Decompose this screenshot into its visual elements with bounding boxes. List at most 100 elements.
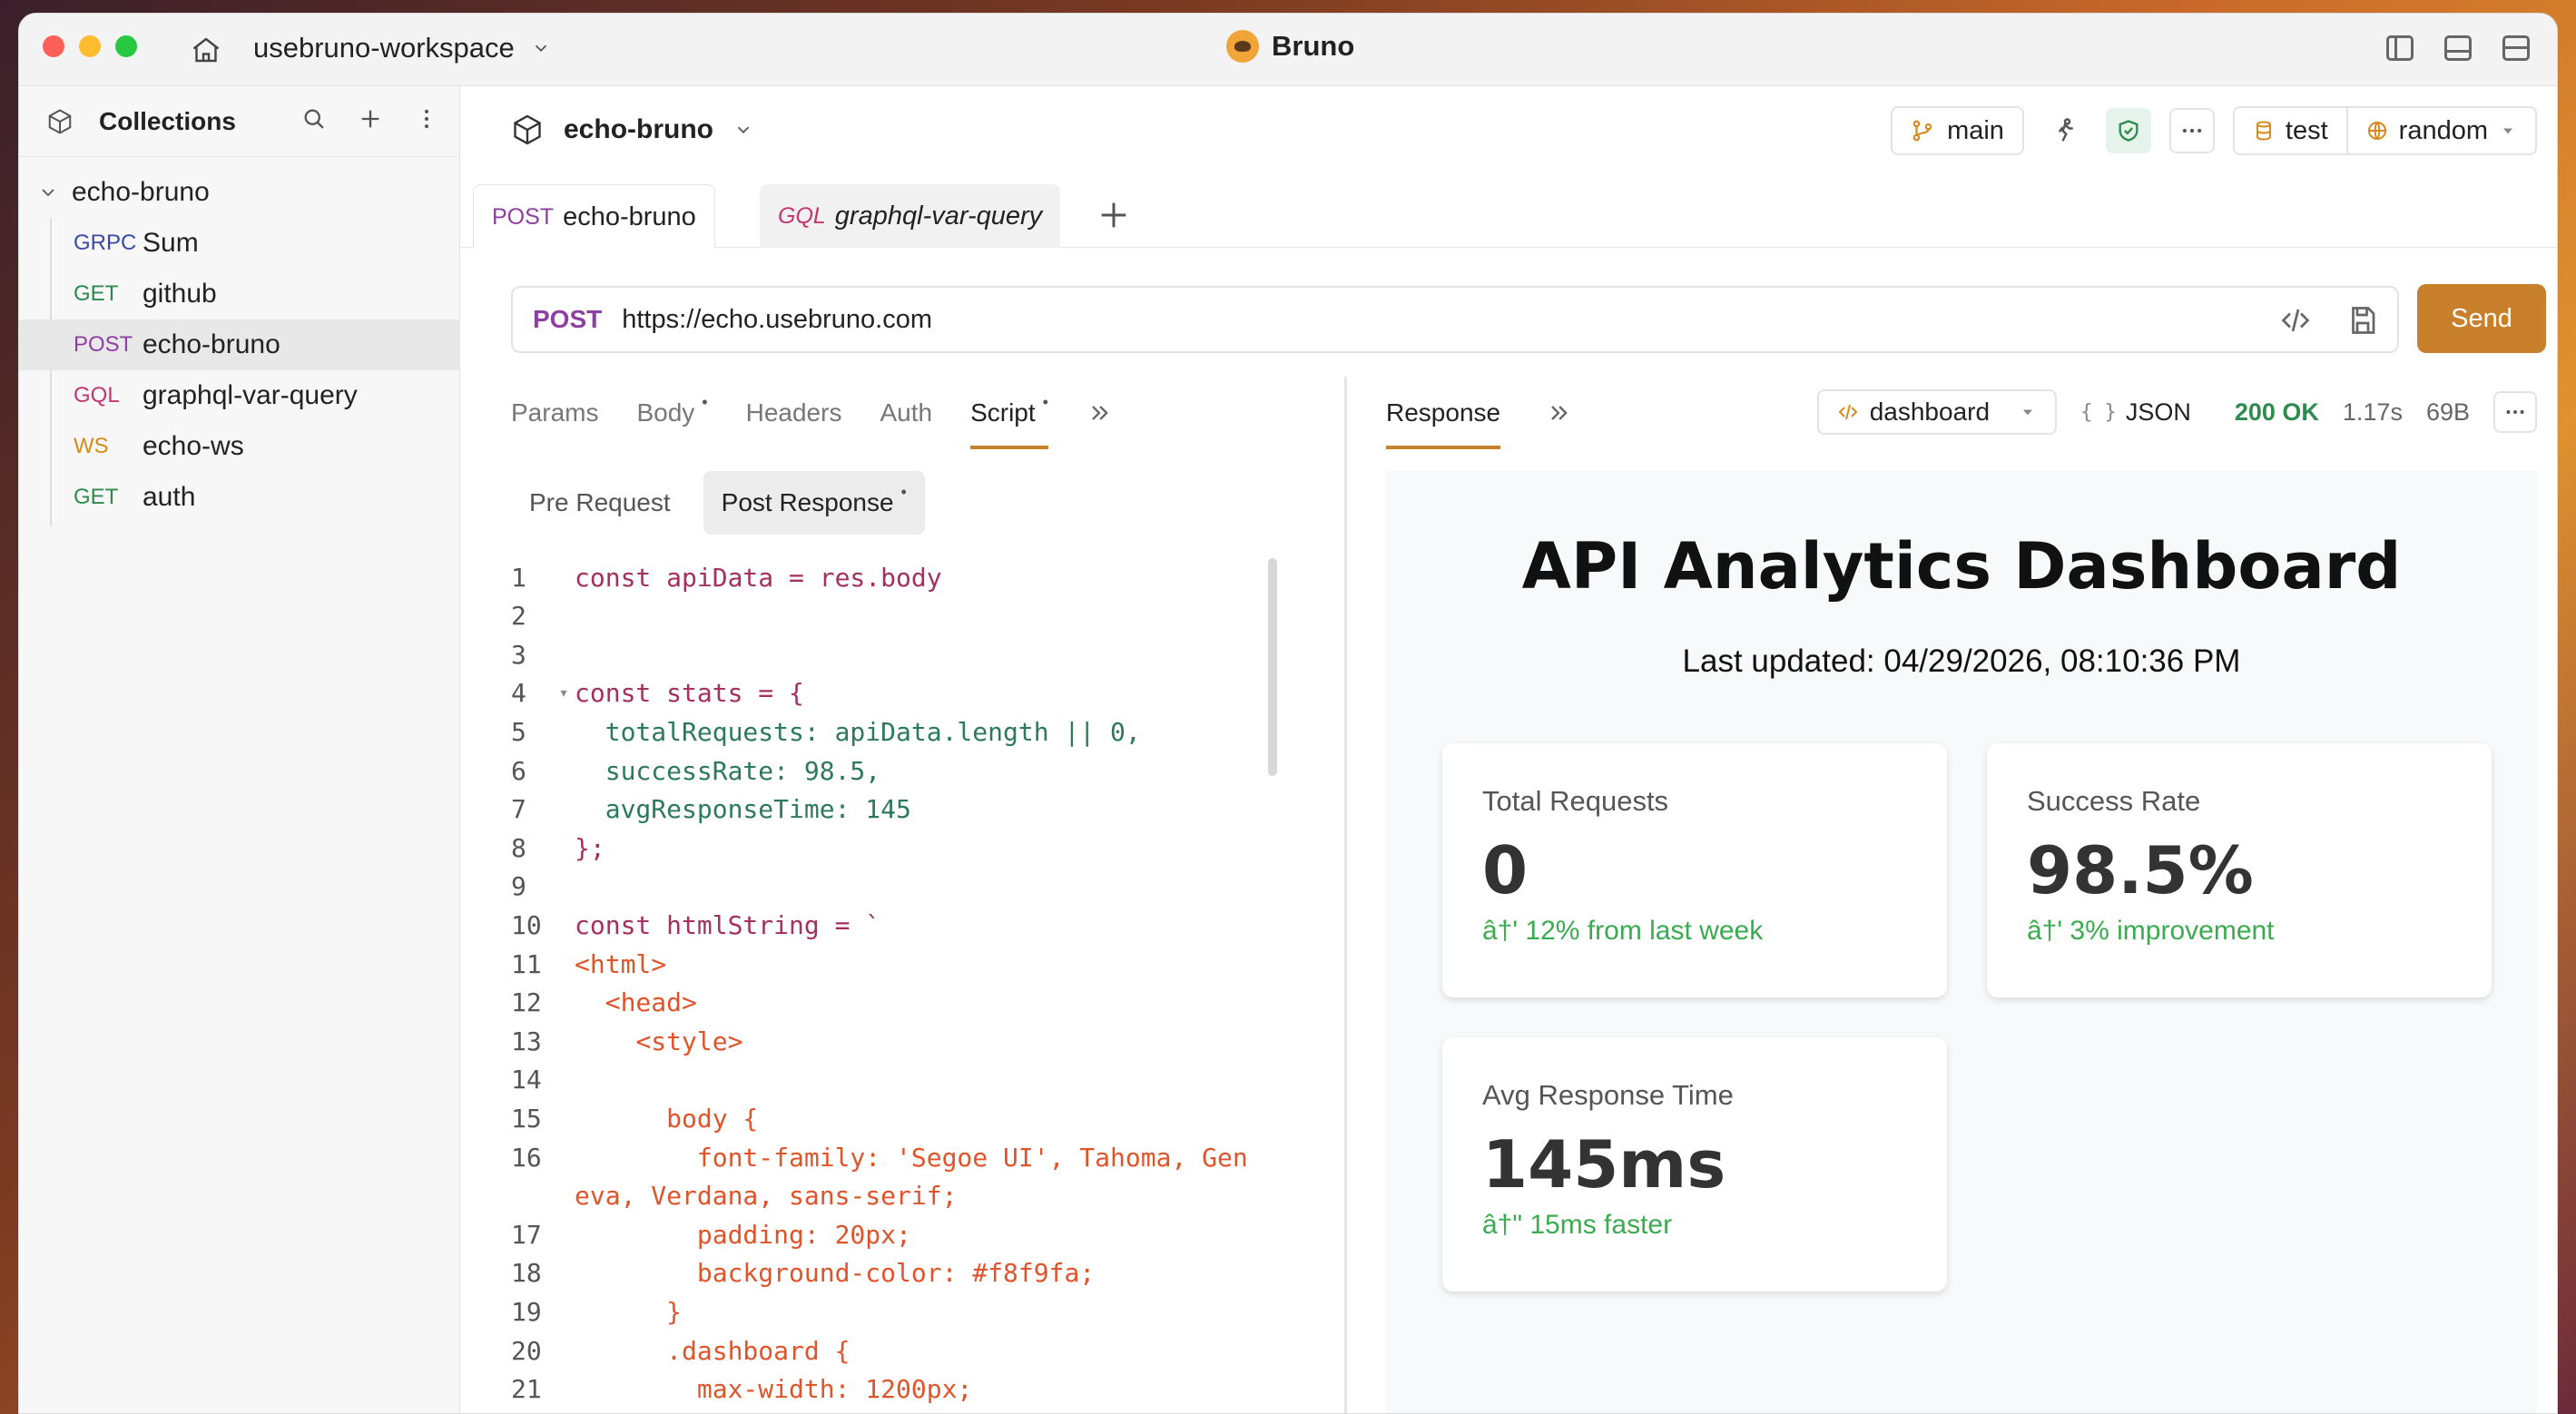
- line-number: 12: [511, 987, 542, 1018]
- double-chevron-right-icon[interactable]: [1546, 400, 1571, 426]
- tab-body[interactable]: Body •: [636, 377, 707, 449]
- line-number: 16: [511, 1142, 542, 1173]
- tab-script[interactable]: Script •: [970, 377, 1048, 449]
- tab-response[interactable]: Response: [1386, 377, 1501, 449]
- tab-headers[interactable]: Headers: [746, 377, 842, 449]
- code-line[interactable]: 16 font-family: 'Segoe UI', Tahoma, Gen: [511, 1138, 1248, 1176]
- method-badge: POST: [74, 332, 133, 357]
- new-tab-plus-icon[interactable]: [1096, 197, 1132, 233]
- more-tabs-button[interactable]: [1086, 377, 1112, 449]
- tree-item-label: echo-bruno: [143, 329, 280, 359]
- tab-auth[interactable]: Auth: [880, 377, 932, 449]
- response-format[interactable]: { } JSON: [2080, 398, 2191, 427]
- code-line[interactable]: 19 }: [511, 1292, 682, 1331]
- zoom-window-button[interactable]: [115, 35, 137, 57]
- sidebar-header: Collections: [19, 86, 459, 157]
- code-generate-icon[interactable]: [2279, 304, 2312, 337]
- toggle-layout-icon[interactable]: [2502, 35, 2530, 61]
- script-tabs: Pre Request Post Response •: [511, 471, 925, 535]
- tab-echo-bruno[interactable]: POST echo-bruno: [473, 184, 715, 249]
- code-line[interactable]: 8};: [511, 829, 605, 867]
- runner-button[interactable]: [2042, 108, 2088, 153]
- response-more-button[interactable]: [2493, 391, 2537, 433]
- caret-down-icon: [2503, 128, 2512, 134]
- tree-item-echo-bruno[interactable]: POST echo-bruno: [19, 319, 460, 370]
- globe-icon: [2367, 122, 2386, 140]
- tree-item-graphql-var-query[interactable]: GQL graphql-var-query: [19, 370, 460, 421]
- send-button[interactable]: Send: [2417, 284, 2546, 353]
- code-line[interactable]: 14: [511, 1061, 575, 1099]
- code-line[interactable]: 18 background-color: #f8f9fa;: [511, 1254, 1095, 1292]
- tab-params[interactable]: Params: [511, 377, 598, 449]
- code-line[interactable]: 11 <html>: [511, 945, 666, 983]
- tab-graphql-var-query[interactable]: GQL graphql-var-query: [760, 184, 1061, 248]
- search-icon[interactable]: [301, 106, 327, 132]
- tab-label: echo-bruno: [563, 201, 696, 231]
- code-line[interactable]: 13 <style>: [511, 1022, 742, 1060]
- collection-root-echo-bruno[interactable]: echo-bruno: [37, 177, 210, 208]
- home-icon[interactable]: [190, 34, 222, 66]
- more-vertical-icon[interactable]: [414, 106, 439, 132]
- tab-label: Body: [636, 398, 695, 427]
- minimize-window-button[interactable]: [79, 35, 101, 57]
- line-number: 11: [511, 948, 542, 979]
- pane-divider[interactable]: [1344, 377, 1347, 1413]
- chevron-down-icon[interactable]: [733, 120, 753, 140]
- line-number: 20: [511, 1335, 542, 1366]
- line-number: 19: [511, 1296, 542, 1327]
- code-line[interactable]: 21 max-width: 1200px;: [511, 1370, 972, 1409]
- url-bar: POST https://echo.usebruno.com: [511, 286, 2399, 353]
- tab-post-response[interactable]: Post Response •: [703, 471, 925, 535]
- code-line[interactable]: 1 const apiData = res.body: [511, 558, 942, 596]
- code-line[interactable]: 6 successRate: 98.5,: [511, 751, 880, 790]
- url-input[interactable]: https://echo.usebruno.com: [622, 305, 932, 335]
- collection-name[interactable]: echo-bruno: [564, 114, 713, 145]
- tree-item-sum[interactable]: GRPC Sum: [19, 218, 460, 269]
- collection-cube-icon: [514, 114, 541, 145]
- code-line[interactable]: eva, Verdana, sans-serif;: [511, 1177, 957, 1215]
- tab-pre-request[interactable]: Pre Request: [511, 471, 689, 535]
- main-area: echo-bruno main test random POST echo-br…: [460, 86, 2557, 1413]
- editor-scrollbar[interactable]: [1268, 558, 1277, 776]
- toggle-sidebar-icon[interactable]: [2386, 35, 2414, 61]
- plus-icon[interactable]: [358, 106, 383, 132]
- git-branch-button[interactable]: main: [1891, 106, 2024, 155]
- security-button[interactable]: [2105, 108, 2151, 153]
- stat-value: 98.5%: [2027, 832, 2254, 908]
- code-text: const stats = {: [575, 678, 804, 709]
- line-number: 17: [511, 1219, 542, 1250]
- close-window-button[interactable]: [43, 35, 64, 57]
- global-environment-button[interactable]: random: [2345, 108, 2535, 153]
- response-view-dropdown[interactable]: dashboard: [1816, 389, 2058, 435]
- tree-item-label: auth: [143, 482, 196, 512]
- code-line[interactable]: 17 padding: 20px;: [511, 1215, 911, 1253]
- code-line[interactable]: 15 body {: [511, 1099, 758, 1137]
- code-line[interactable]: 7 avgResponseTime: 145: [511, 790, 911, 829]
- tree-item-github[interactable]: GET github: [19, 269, 460, 319]
- code-line[interactable]: 20 .dashboard {: [511, 1331, 850, 1370]
- tree-item-echo-ws[interactable]: WS echo-ws: [19, 421, 460, 472]
- tree-item-auth[interactable]: GET auth: [19, 472, 460, 523]
- collection-environment-button[interactable]: test: [2235, 108, 2346, 153]
- header-actions: main test random: [1891, 106, 2537, 155]
- code-line[interactable]: 4 ▾ const stats = {: [511, 674, 804, 712]
- stat-label: Avg Response Time: [1482, 1079, 1734, 1111]
- save-icon[interactable]: [2346, 304, 2379, 337]
- code-line[interactable]: 12 <head>: [511, 984, 697, 1022]
- stat-value: 0: [1482, 832, 1529, 908]
- tab-method: GQL: [778, 202, 826, 229]
- code-editor[interactable]: 1 const apiData = res.body 2 3 4 ▾ const stats…: [511, 558, 1313, 1413]
- database-icon: [2256, 121, 2271, 141]
- code-text: padding: 20px;: [575, 1219, 911, 1250]
- code-line[interactable]: 2: [511, 597, 575, 635]
- code-line[interactable]: 9: [511, 868, 575, 906]
- toggle-bottom-panel-icon[interactable]: [2444, 35, 2472, 61]
- code-line[interactable]: 3: [511, 635, 575, 673]
- dashboard-updated: Last updated: 04/29/2026, 08:10:36 PM: [1682, 643, 2241, 679]
- stat-card-success-rate: Success Rate 98.5% â†' 3% improvement: [1987, 743, 2492, 997]
- more-options-button[interactable]: [2168, 108, 2215, 153]
- workspace-selector[interactable]: usebruno-workspace: [253, 32, 551, 64]
- url-method[interactable]: POST: [533, 305, 602, 334]
- code-line[interactable]: 5 totalRequests: apiData.length || 0,: [511, 712, 1141, 751]
- code-line[interactable]: 10 const htmlString = `: [511, 906, 880, 944]
